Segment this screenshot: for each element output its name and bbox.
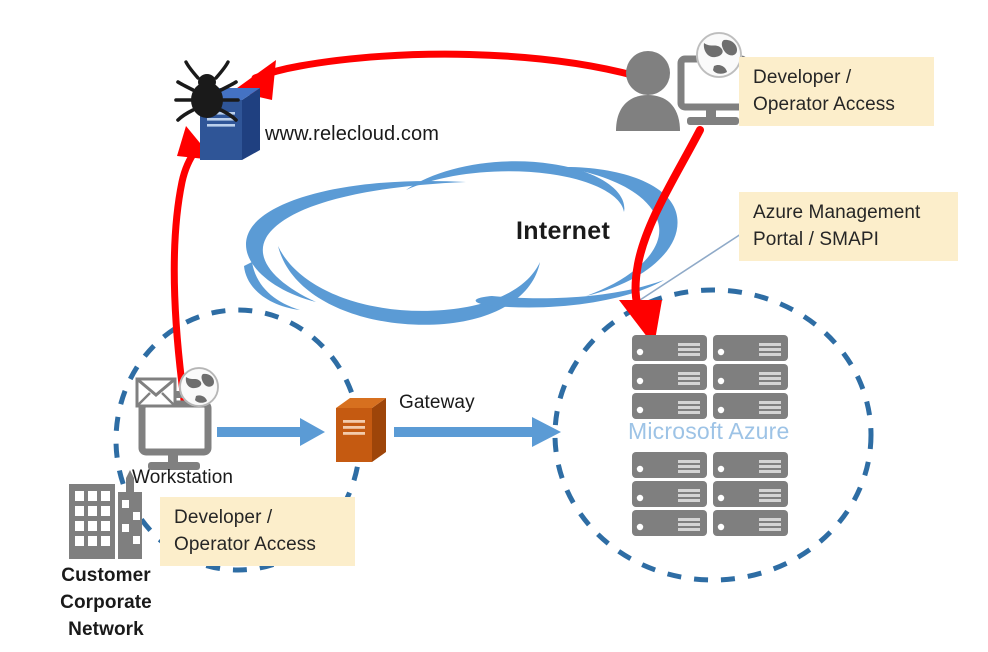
callout-developer-operator-access-bottom: Developer / Operator Access (160, 497, 355, 566)
gateway-label: Gateway (399, 392, 475, 413)
relecloud-label: www.relecloud.com (265, 123, 439, 145)
rack-unit (713, 481, 788, 507)
globe-icon (179, 367, 219, 407)
rack-unit (632, 452, 707, 478)
gateway-server-icon (336, 398, 386, 462)
workstation-label: Workstation (132, 467, 234, 488)
callout-developer-operator-access-top: Developer / Operator Access (739, 57, 934, 126)
rack-unit (713, 364, 788, 390)
arrow-gateway-to-azure (394, 417, 561, 447)
arrow-workstation-to-relecloud (170, 126, 214, 404)
callout-azure-management-portal: Azure Management Portal / SMAPI (739, 192, 958, 261)
rack-unit (713, 335, 788, 361)
envelope-icon (135, 377, 177, 408)
arrow-workstation-to-gateway (217, 418, 325, 446)
rack-unit (713, 452, 788, 478)
rack-unit (632, 510, 707, 536)
azure-label: Microsoft Azure (628, 418, 790, 444)
arrow-developer-to-relecloud (233, 50, 640, 100)
developer-globe-icon (696, 32, 742, 78)
rack-unit (713, 510, 788, 536)
rack-unit (713, 393, 788, 419)
diagram-canvas: www.relecloud.com Internet Workstation G… (0, 0, 988, 652)
rack-unit (632, 393, 707, 419)
rack-unit (632, 335, 707, 361)
rack-unit (632, 481, 707, 507)
rack-unit (632, 364, 707, 390)
corporate-network-label: Customer Corporate Network (60, 565, 152, 640)
developer-person-icon (616, 51, 680, 131)
internet-label: Internet (516, 217, 611, 245)
internet-cloud-icon (244, 161, 678, 325)
workstation-icon (135, 367, 219, 470)
